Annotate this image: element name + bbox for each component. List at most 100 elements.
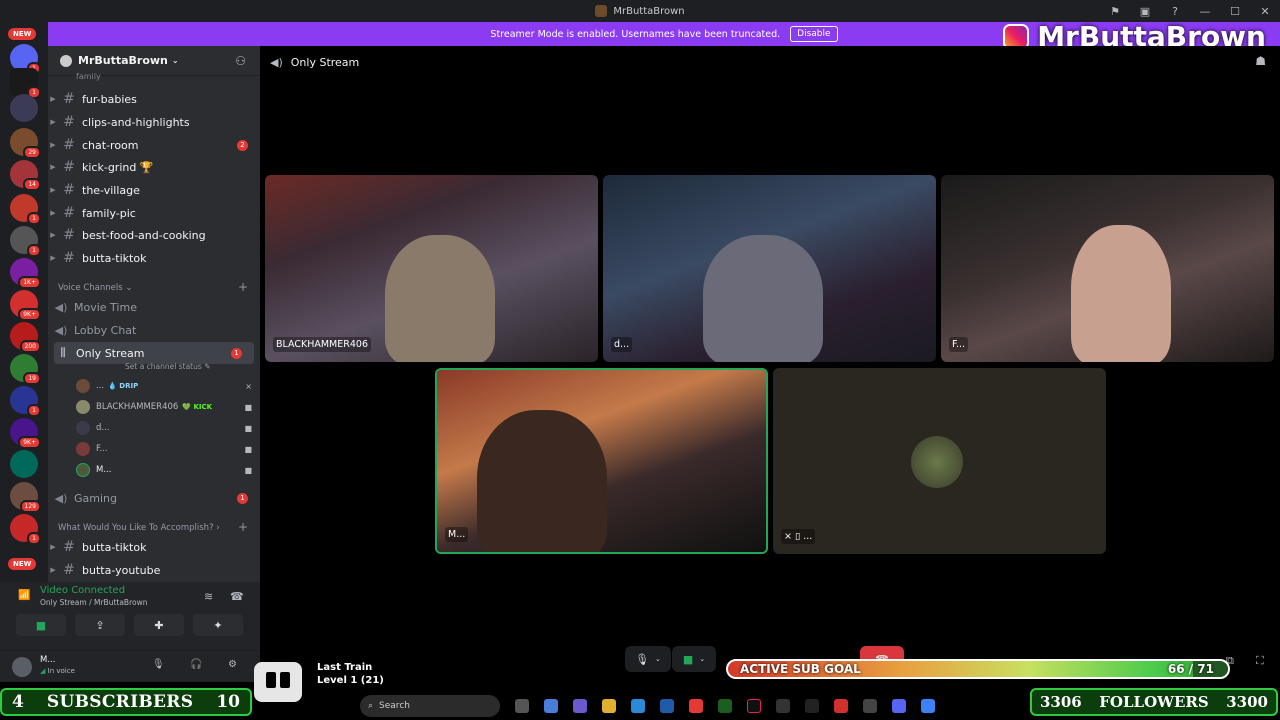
taskbar: ⌕ Search bbox=[330, 692, 1030, 720]
channel-butta-tiktok[interactable]: ▶ # butta-tiktok bbox=[48, 247, 260, 269]
channel-best-food-and-cooking[interactable]: ▶ # best-food-and-cooking bbox=[48, 224, 260, 246]
app-icon[interactable] bbox=[805, 699, 819, 713]
app-icon[interactable] bbox=[834, 699, 848, 713]
capcut-icon[interactable] bbox=[863, 699, 877, 713]
channel-status[interactable]: Set a channel status ✎ bbox=[125, 362, 210, 371]
participant-name: ⨯ ▯ ... bbox=[781, 529, 816, 544]
server-icon[interactable] bbox=[10, 450, 38, 478]
youtube-icon[interactable] bbox=[689, 699, 703, 713]
video-tile-audio-only[interactable]: ⨯ ▯ ... bbox=[773, 368, 1106, 554]
video-tile[interactable]: d... bbox=[603, 175, 936, 362]
voice-channel-only-stream[interactable]: ⫼ Only Stream 1 bbox=[54, 342, 254, 364]
edge-icon[interactable] bbox=[631, 699, 645, 713]
voice-status-subtitle[interactable]: Only Stream / MrButtaBrown bbox=[40, 598, 147, 607]
soundboard-button[interactable]: ✦ bbox=[193, 614, 243, 636]
microphone-button[interactable]: 🎙 ⌄ bbox=[625, 646, 671, 672]
task-view-icon[interactable] bbox=[515, 699, 529, 713]
server-icon[interactable]: 1 bbox=[10, 386, 41, 417]
voice-channel-movie-time[interactable]: ◀) Movie Time bbox=[48, 296, 260, 318]
fullscreen-icon[interactable]: ⛶ bbox=[1256, 654, 1264, 668]
channel-butta-youtube[interactable]: ▶ # butta-youtube bbox=[48, 559, 260, 581]
gear-icon[interactable]: ⚙ bbox=[228, 659, 237, 670]
disable-streamer-button[interactable]: Disable bbox=[790, 26, 838, 42]
voice-connection-panel: 📶 Video Connected Only Stream / MrButtaB… bbox=[0, 582, 260, 650]
microphone-icon: 🎙 bbox=[635, 652, 650, 666]
tiktok-icon[interactable] bbox=[747, 699, 761, 713]
file-explorer-icon[interactable] bbox=[602, 699, 616, 713]
avatar[interactable] bbox=[12, 657, 32, 677]
voice-user[interactable]: d... ■ bbox=[76, 418, 252, 438]
channel-chat-room[interactable]: ▶ # chat-room 2 bbox=[48, 134, 260, 156]
help-icon[interactable]: ? bbox=[1160, 5, 1190, 18]
server-icon[interactable]: 129 bbox=[10, 482, 41, 513]
channel-family-pic[interactable]: ▶ # family-pic bbox=[48, 202, 260, 224]
channel-the-village[interactable]: ▶ # the-village bbox=[48, 179, 260, 201]
server-icon[interactable]: 9K+ bbox=[10, 290, 41, 321]
server-icon[interactable]: 9K+ bbox=[10, 418, 41, 449]
channel-butta-tiktok[interactable]: ▶ # butta-tiktok bbox=[48, 536, 260, 558]
channel-clips-and-highlights[interactable]: ▶ # clips-and-highlights bbox=[48, 111, 260, 133]
video-tile[interactable]: BLACKHAMMER406 bbox=[265, 175, 598, 362]
noise-suppression-icon[interactable]: ≋ bbox=[204, 590, 213, 603]
server-icon[interactable]: 19 bbox=[10, 354, 41, 385]
discord-icon[interactable] bbox=[892, 699, 906, 713]
close-button[interactable]: ✕ bbox=[1250, 5, 1280, 18]
server-icon[interactable]: 200 bbox=[10, 322, 41, 353]
voice-user[interactable]: F... ■ bbox=[76, 439, 252, 459]
accomplish-category[interactable]: What Would You Like To Accomplish? › bbox=[58, 523, 220, 533]
hash-icon: # bbox=[63, 205, 75, 221]
channel-kick-grind[interactable]: ▶ # kick-grind 🏆 bbox=[48, 156, 260, 178]
camera-button[interactable]: ■ bbox=[16, 614, 66, 636]
participant-name: F... bbox=[949, 337, 968, 352]
microphone-icon[interactable]: 🎙 bbox=[152, 659, 165, 670]
server-icon[interactable]: 1 bbox=[10, 226, 41, 257]
server-icon[interactable]: 14 bbox=[10, 160, 41, 191]
subscribers-label: SUBSCRIBERS bbox=[46, 692, 194, 712]
signal-icon: ◢ bbox=[40, 667, 46, 675]
invite-icon[interactable]: ⚇ bbox=[235, 54, 246, 68]
chevron-down-icon: ⌄ bbox=[655, 655, 661, 663]
notification-icon[interactable]: ☗ bbox=[1255, 54, 1266, 68]
hash-icon: # bbox=[63, 114, 75, 130]
voice-channel-lobby-chat[interactable]: ◀) Lobby Chat bbox=[48, 319, 260, 341]
copilot-icon[interactable] bbox=[544, 699, 558, 713]
voice-user[interactable]: BLACKHAMMER406 💚 KICK ■ bbox=[76, 397, 252, 417]
activities-button[interactable]: ✚ bbox=[134, 614, 184, 636]
minimize-button[interactable]: — bbox=[1190, 5, 1220, 18]
speaker-icon: ◀) bbox=[54, 491, 68, 505]
headphones-icon[interactable]: 🎧 bbox=[190, 659, 202, 670]
voice-user[interactable]: ... 💧 DRIP ⨯ bbox=[76, 376, 252, 396]
disconnect-icon[interactable]: ☎ bbox=[230, 590, 244, 603]
screen-icon[interactable]: ▣ bbox=[1130, 5, 1160, 18]
add-channel-icon[interactable]: + bbox=[238, 280, 248, 294]
voice-channel-gaming[interactable]: ◀) Gaming 1 bbox=[48, 487, 260, 509]
store-icon[interactable] bbox=[660, 699, 674, 713]
screen-share-button[interactable]: ⇪ bbox=[75, 614, 125, 636]
server-icon[interactable] bbox=[10, 94, 38, 122]
signal-icon[interactable]: 📶 bbox=[18, 590, 30, 601]
activities-icon: ✚ bbox=[154, 618, 164, 632]
video-tile-speaking[interactable]: M... bbox=[435, 368, 768, 554]
chevron-right-icon: ▶ bbox=[50, 566, 56, 574]
video-tile[interactable]: F... bbox=[941, 175, 1274, 362]
server-icon[interactable]: 1 bbox=[10, 514, 41, 545]
kick-server-icon[interactable]: 1 bbox=[10, 68, 41, 99]
chevron-right-icon: ▶ bbox=[50, 141, 56, 149]
excel-icon[interactable] bbox=[718, 699, 732, 713]
teams-icon[interactable] bbox=[573, 699, 587, 713]
add-channel-icon[interactable]: + bbox=[238, 520, 248, 534]
soundboard-icon: ✦ bbox=[213, 618, 223, 632]
server-icon[interactable]: 1 bbox=[10, 194, 41, 225]
inbox-icon[interactable]: ⚑ bbox=[1100, 5, 1130, 18]
voice-user[interactable]: M... ■ bbox=[76, 460, 252, 480]
maximize-button[interactable]: ☐ bbox=[1220, 5, 1250, 18]
channel-sidebar: MrButtaBrown ⌄ ⚇ family ▶ # fur-babies ▶ # c… bbox=[48, 46, 260, 582]
channel-fur-babies[interactable]: ▶ # fur-babies bbox=[48, 88, 260, 110]
camera-toggle-button[interactable]: ■ ⌄ bbox=[672, 646, 716, 672]
taskbar-search[interactable]: ⌕ Search bbox=[360, 695, 500, 717]
obs-icon[interactable] bbox=[776, 699, 790, 713]
server-icon[interactable]: 29 bbox=[10, 128, 41, 159]
voice-category[interactable]: Voice Channels ⌄ bbox=[58, 283, 132, 293]
server-icon[interactable]: 1K+ bbox=[10, 258, 41, 289]
app-icon[interactable] bbox=[921, 699, 935, 713]
